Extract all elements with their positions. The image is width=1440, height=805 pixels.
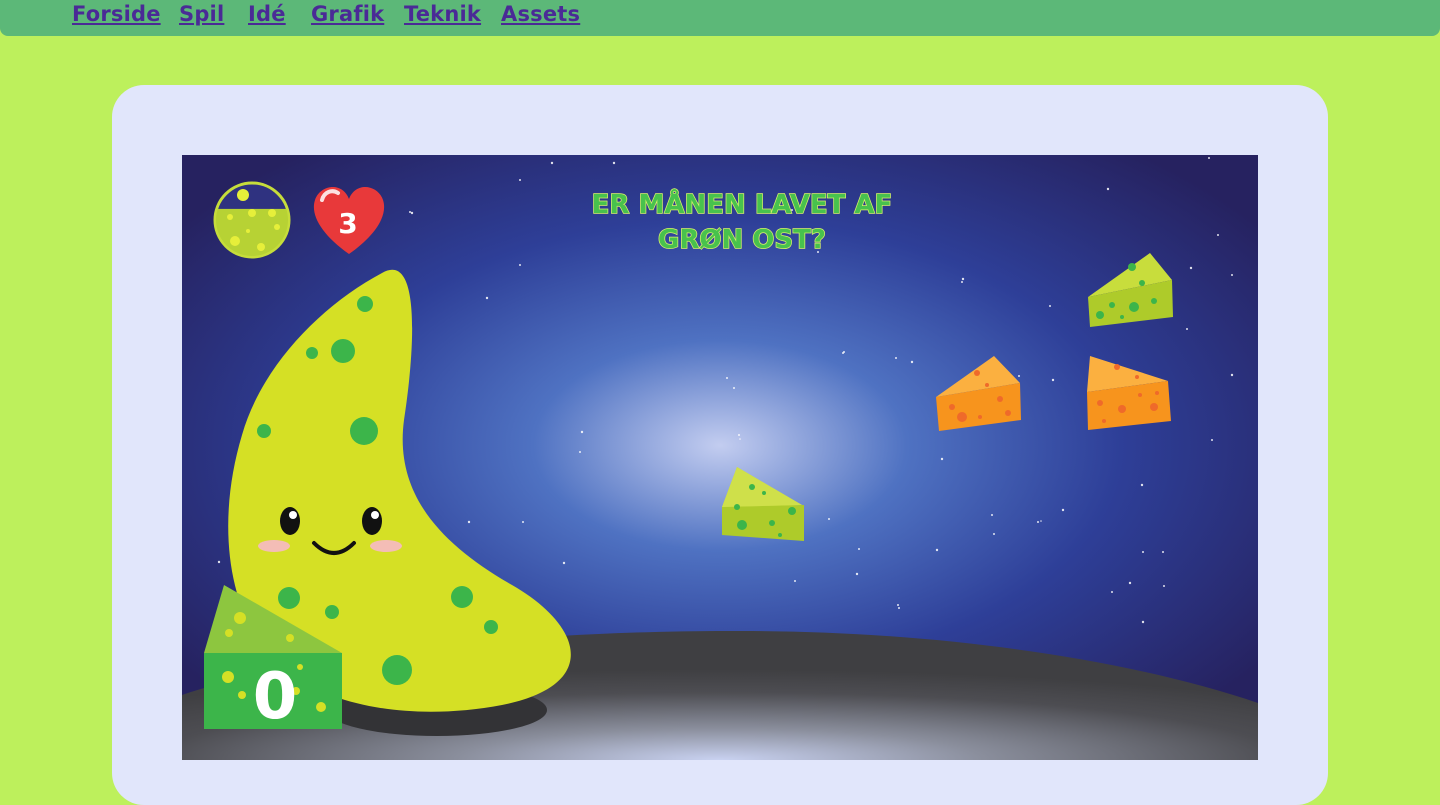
score-count: 0 [253, 660, 298, 734]
nav-link-teknik[interactable]: Teknik [404, 2, 481, 26]
nav-link-ide[interactable]: Idé [248, 2, 286, 26]
game-canvas[interactable]: 3 ER MÅNEN LAVET AF GRØN OST? 0 [182, 155, 1258, 760]
lives-count: 3 [338, 207, 357, 240]
nav-link-spil[interactable]: Spil [179, 2, 224, 26]
cheese-timer-icon [213, 181, 291, 259]
nav-link-forside[interactable]: Forside [72, 2, 161, 26]
top-navbar: Forside Spil Idé Grafik Teknik Assets [0, 0, 1440, 36]
title-line-2: GRØN OST? [658, 225, 826, 255]
nav-link-assets[interactable]: Assets [501, 2, 580, 26]
title-line-1: ER MÅNEN LAVET AF [592, 188, 893, 220]
nav-link-grafik[interactable]: Grafik [311, 2, 384, 26]
